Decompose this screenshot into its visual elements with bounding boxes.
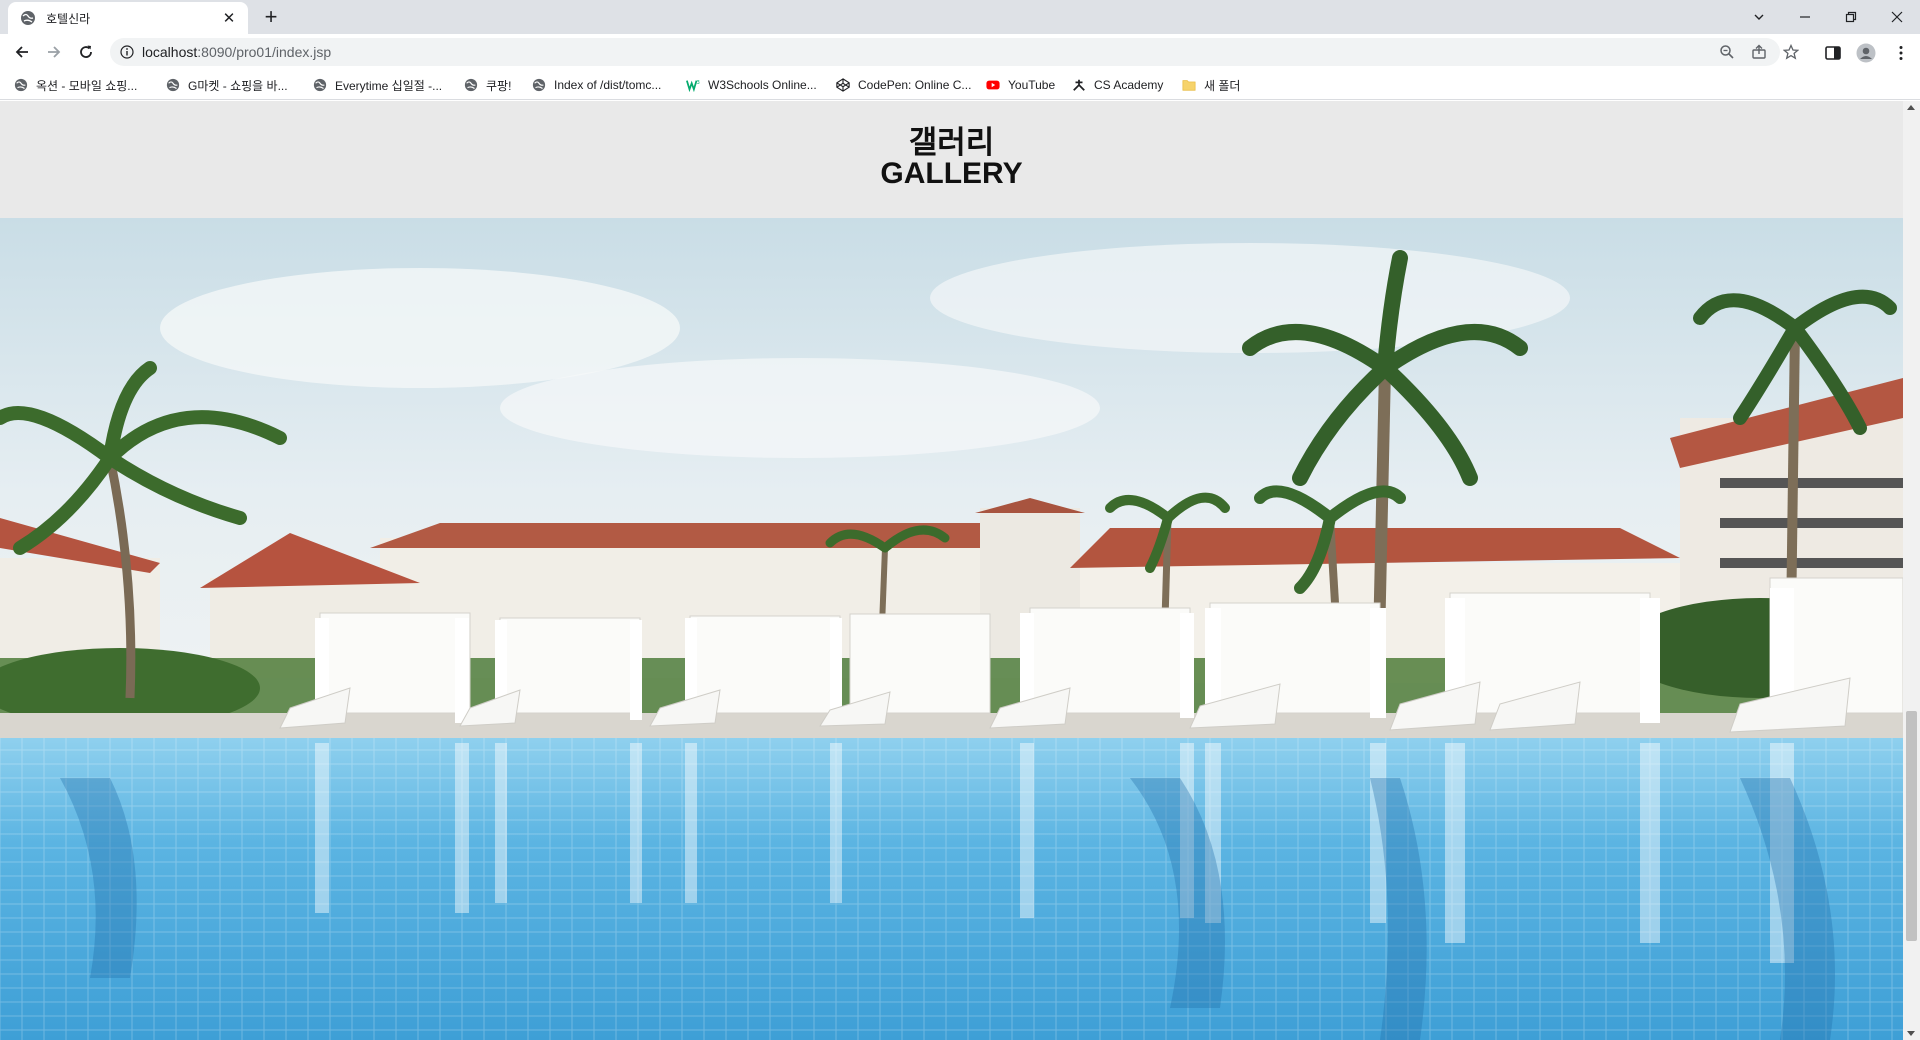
bookmarks-bar: 옥션 - 모바일 쇼핑... G마켓 - 쇼핑을 바... Everytime … — [0, 70, 1920, 100]
url-text[interactable]: localhost:8090/pro01/index.jsp — [142, 44, 331, 60]
zoom-icon[interactable] — [1719, 44, 1735, 60]
close-window-icon[interactable] — [1874, 0, 1920, 34]
tab-search-icon[interactable] — [1736, 0, 1782, 34]
back-arrow-icon — [15, 46, 28, 58]
cs-academy-icon — [1073, 79, 1085, 91]
globe-icon — [313, 78, 327, 92]
tab-title: 호텔신라 — [46, 11, 91, 26]
globe-icon — [14, 78, 28, 92]
bookmark-star-icon[interactable] — [1783, 44, 1799, 60]
globe-icon — [532, 78, 546, 92]
bookmark-codepen[interactable]: CodePen: Online C... — [836, 76, 971, 94]
bookmark-label: G마켓 - 쇼핑을 바... — [188, 78, 288, 93]
bookmark-cs-academy[interactable]: CS Academy — [1072, 76, 1163, 94]
bookmark-label: CS Academy — [1094, 78, 1164, 92]
bookmark-label: 옥션 - 모바일 쇼핑... — [36, 78, 138, 93]
back-button[interactable] — [8, 38, 36, 66]
page-viewport: 갤러리 GALLERY — [0, 101, 1903, 1040]
side-panel-icon[interactable] — [1824, 44, 1842, 62]
youtube-icon — [986, 80, 1000, 90]
bookmark-label: CodePen: Online C... — [858, 78, 972, 92]
reload-button[interactable] — [72, 38, 100, 66]
page-scrollbar[interactable] — [1903, 101, 1920, 1040]
url-path: :8090/pro01/index.jsp — [197, 44, 332, 60]
minimize-icon[interactable] — [1782, 0, 1828, 34]
bookmark-coupang[interactable]: 쿠팡! — [464, 76, 511, 94]
tab-strip: 호텔신라 ✕ + — [0, 0, 1920, 34]
bookmark-tomcat-index[interactable]: Index of /dist/tomc... — [532, 76, 661, 94]
folder-icon — [1182, 80, 1196, 91]
gallery-pool-photo — [0, 218, 1903, 1040]
scroll-up-arrow-icon[interactable] — [1907, 105, 1915, 110]
globe-icon — [166, 78, 180, 92]
close-tab-icon[interactable]: ✕ — [220, 9, 238, 27]
bookmark-gmarket[interactable]: G마켓 - 쇼핑을 바... — [166, 76, 288, 94]
globe-icon — [21, 11, 35, 25]
site-info-icon[interactable] — [120, 45, 134, 59]
gallery-section-header: 갤러리 GALLERY — [0, 101, 1903, 218]
bookmark-everytime[interactable]: Everytime 십일절 -... — [313, 76, 442, 94]
address-bar[interactable]: localhost:8090/pro01/index.jsp — [110, 38, 1799, 66]
bookmark-label: W3Schools Online... — [708, 78, 817, 92]
profile-avatar-icon[interactable] — [1856, 43, 1876, 63]
forward-button[interactable] — [40, 38, 68, 66]
new-tab-button[interactable]: + — [258, 6, 284, 28]
codepen-icon — [836, 78, 850, 92]
browser-tab[interactable]: 호텔신라 ✕ — [8, 2, 248, 34]
url-host: localhost — [142, 44, 198, 60]
reload-icon — [80, 45, 92, 58]
restore-icon[interactable] — [1828, 0, 1874, 34]
svg-text:3: 3 — [697, 80, 700, 86]
forward-arrow-icon — [48, 46, 61, 58]
bookmark-auction[interactable]: 옥션 - 모바일 쇼핑... — [14, 76, 137, 94]
bookmark-label: 새 폴더 — [1204, 78, 1241, 93]
browser-toolbar: localhost:8090/pro01/index.jsp — [0, 34, 1920, 70]
bookmark-label: Index of /dist/tomc... — [554, 78, 662, 92]
scrollbar-thumb[interactable] — [1906, 711, 1917, 941]
gallery-heading-korean: 갤러리 — [908, 125, 995, 160]
bookmark-label: 쿠팡! — [486, 78, 512, 93]
menu-dots-icon[interactable] — [1892, 44, 1910, 62]
bookmark-youtube[interactable]: YouTube — [986, 76, 1055, 94]
bookmark-label: Everytime 십일절 -... — [335, 78, 443, 93]
globe-icon — [464, 78, 478, 92]
bookmark-w3schools[interactable]: 3 W3Schools Online... — [686, 76, 817, 94]
gallery-heading-english: GALLERY — [880, 157, 1023, 190]
w3schools-icon: 3 — [686, 80, 700, 92]
bookmark-folder[interactable]: 새 폴더 — [1182, 76, 1240, 94]
bookmark-label: YouTube — [1008, 78, 1056, 92]
share-icon[interactable] — [1751, 44, 1767, 60]
scroll-down-arrow-icon[interactable] — [1907, 1031, 1915, 1036]
